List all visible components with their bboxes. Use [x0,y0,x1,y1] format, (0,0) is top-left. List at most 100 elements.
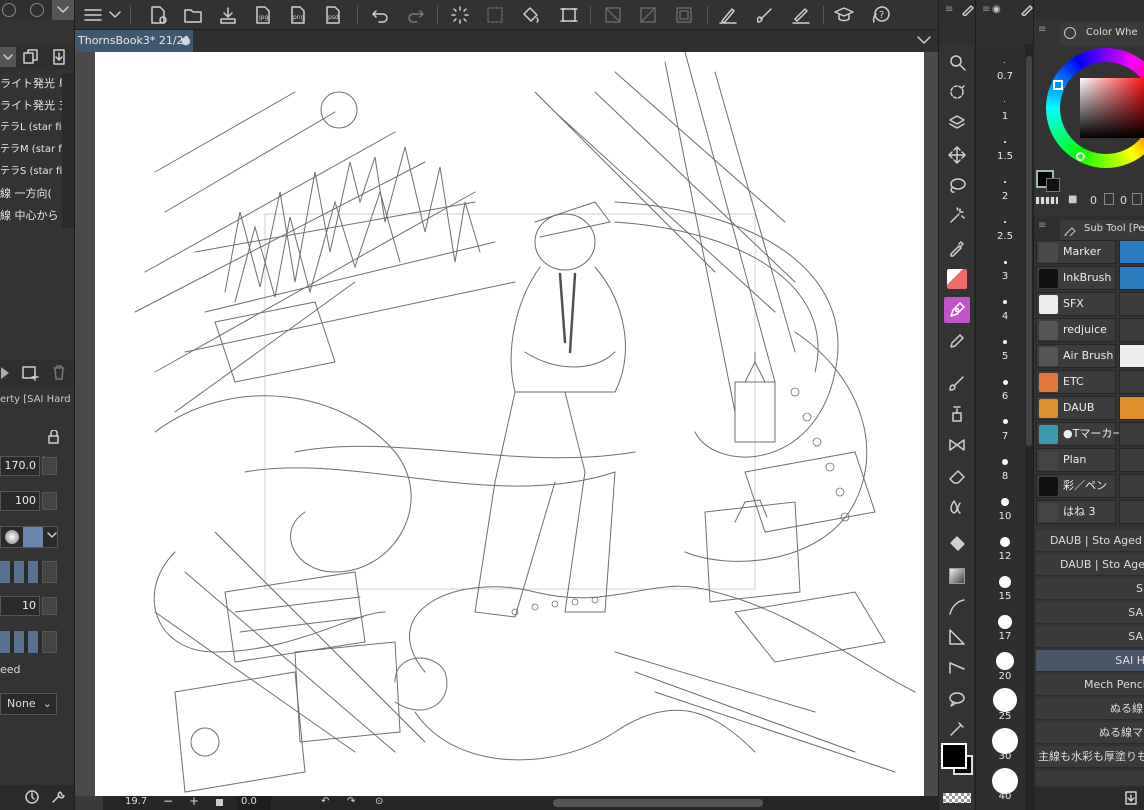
brush-item[interactable]: 主線も水彩も厚塗りも [1036,746,1144,768]
reset-icon[interactable] [24,789,40,805]
transform-icon[interactable] [556,2,582,28]
subtool-preview[interactable] [1119,500,1144,524]
move-tool-icon[interactable] [944,142,970,168]
subtool-group[interactable]: はね 3 [1036,500,1116,524]
pen-tab-icon[interactable] [961,2,975,16]
export-png-icon[interactable]: png [285,2,311,28]
hamburger-menu-icon[interactable] [80,2,106,28]
blend-tool-icon[interactable] [944,494,970,520]
info-icon[interactable] [2,3,16,17]
brush-size-tab-icon[interactable]: ◉ [992,4,1001,15]
lasso-tool-icon[interactable] [944,172,970,198]
color-mode-icon[interactable] [1104,193,1114,205]
panel-menu-icon[interactable]: ≡ [945,4,953,15]
size-option[interactable]: 1 [990,111,1020,122]
panel-menu-button[interactable] [52,0,74,20]
fill-bucket-icon[interactable] [518,2,544,28]
pressure-button[interactable] [42,457,57,475]
play-icon[interactable] [0,366,10,380]
subtool-group[interactable]: Marker [1036,240,1116,264]
zoom-out-icon[interactable]: − [163,794,173,808]
list-item[interactable]: テラL (star filte [0,117,62,139]
brush-item[interactable]: Mech Pencil [1036,674,1144,696]
sv-marker-icon[interactable] [1076,152,1085,161]
subtool-preview[interactable] [1119,318,1144,342]
subtool-group[interactable]: ●Tマーカー [1036,422,1123,446]
size-option[interactable]: 7 [990,431,1020,442]
list-item[interactable]: ライト発光 単 [0,73,62,95]
size-option[interactable]: 25 [990,711,1020,722]
size-option[interactable]: 8 [990,471,1020,482]
subtool-preview[interactable] [1119,370,1144,394]
size-option[interactable]: 0.7 [990,71,1020,82]
pencil-tool-icon[interactable] [944,328,970,354]
brush-tool-icon[interactable] [944,370,970,396]
color-hue-ring[interactable] [1046,48,1144,168]
dropdown-chevron-icon[interactable] [0,47,16,67]
sub-color-swatch[interactable] [1046,178,1060,192]
swap-color-icon[interactable] [1036,197,1058,204]
open-folder-icon[interactable] [180,2,206,28]
navigator-icon[interactable] [30,3,44,17]
panel-menu-icon[interactable]: ≡ [982,4,990,15]
clear-selection-icon[interactable] [482,2,508,28]
hue-marker-icon[interactable] [1053,80,1063,90]
subtool-group[interactable]: redjuice [1036,318,1116,342]
subtool-preview[interactable] [1119,422,1144,446]
list-item[interactable]: ライト発光 五 [0,95,62,117]
import-icon[interactable] [51,49,67,65]
decoration-icon[interactable] [944,432,970,458]
list-item[interactable]: テラS (star filte [0,161,62,183]
stabilization-button[interactable] [42,597,57,615]
pen-line-icon[interactable] [715,2,741,28]
trash-icon[interactable] [52,364,66,380]
subtool-preview[interactable] [1119,240,1144,264]
hand-tool-icon[interactable] [944,79,970,105]
subtool-group[interactable]: 彩／ペン [1036,474,1116,498]
brush-item[interactable]: SA [1036,626,1144,648]
brush-item[interactable]: ぬる線 [1036,698,1144,720]
subtool-preview[interactable] [1119,396,1144,420]
panel-menu-icon[interactable] [1020,2,1034,16]
texture-strip[interactable] [0,561,42,583]
stabilization-field[interactable]: 10 [0,596,40,616]
export-psd-icon[interactable]: psd [320,2,346,28]
import-icon[interactable] [1124,791,1138,805]
texture-strip-2[interactable] [0,631,42,653]
size-option[interactable]: 17 [990,631,1020,642]
size-option[interactable]: 2.5 [990,231,1020,242]
eyedropper-mini-icon[interactable]: ■ [1068,194,1077,205]
tab-list-chevron-icon[interactable] [917,35,931,45]
foreground-color-swatch[interactable] [941,743,967,769]
size-option[interactable]: 15 [990,591,1020,602]
brush-size-field[interactable]: 170.0 [0,456,40,476]
brush-line-icon[interactable] [752,2,778,28]
size-option[interactable]: 40 [990,791,1020,802]
subtool-group[interactable]: DAUB [1036,396,1116,420]
rotate-right-icon[interactable]: ↷ [347,796,355,807]
rotate-left-icon[interactable]: ↶ [321,796,329,807]
canvas-area[interactable] [75,52,938,796]
color-mode-icon[interactable] [1132,193,1142,205]
chevron-right-icon[interactable] [42,561,57,583]
subtool-preview[interactable] [1119,344,1144,368]
balloon-tool-icon[interactable] [944,686,970,712]
export-jpg-icon[interactable]: jpg [250,2,276,28]
redo-icon[interactable] [403,2,429,28]
size-option[interactable]: 30 [990,751,1020,762]
subtool-preview[interactable] [1119,292,1144,316]
brush-shape-selector[interactable] [0,526,58,548]
size-option[interactable]: 3 [990,271,1020,282]
chevron-right-icon[interactable] [42,631,57,653]
size-option[interactable]: 2 [990,191,1020,202]
brush-item[interactable]: ぬる線マ [1036,722,1144,744]
brush-item[interactable]: SA [1036,602,1144,624]
opacity-toggle-button[interactable] [42,492,57,510]
color-mixer-icon[interactable] [944,266,970,292]
subtool-preview[interactable] [1119,474,1144,498]
gradient-tool-icon[interactable] [944,563,970,589]
panel-menu-icon[interactable]: ≡ [1038,24,1046,35]
loading-spinner-icon[interactable] [447,2,473,28]
transparent-color-icon[interactable] [943,793,971,803]
size-option[interactable]: 4 [990,311,1020,322]
